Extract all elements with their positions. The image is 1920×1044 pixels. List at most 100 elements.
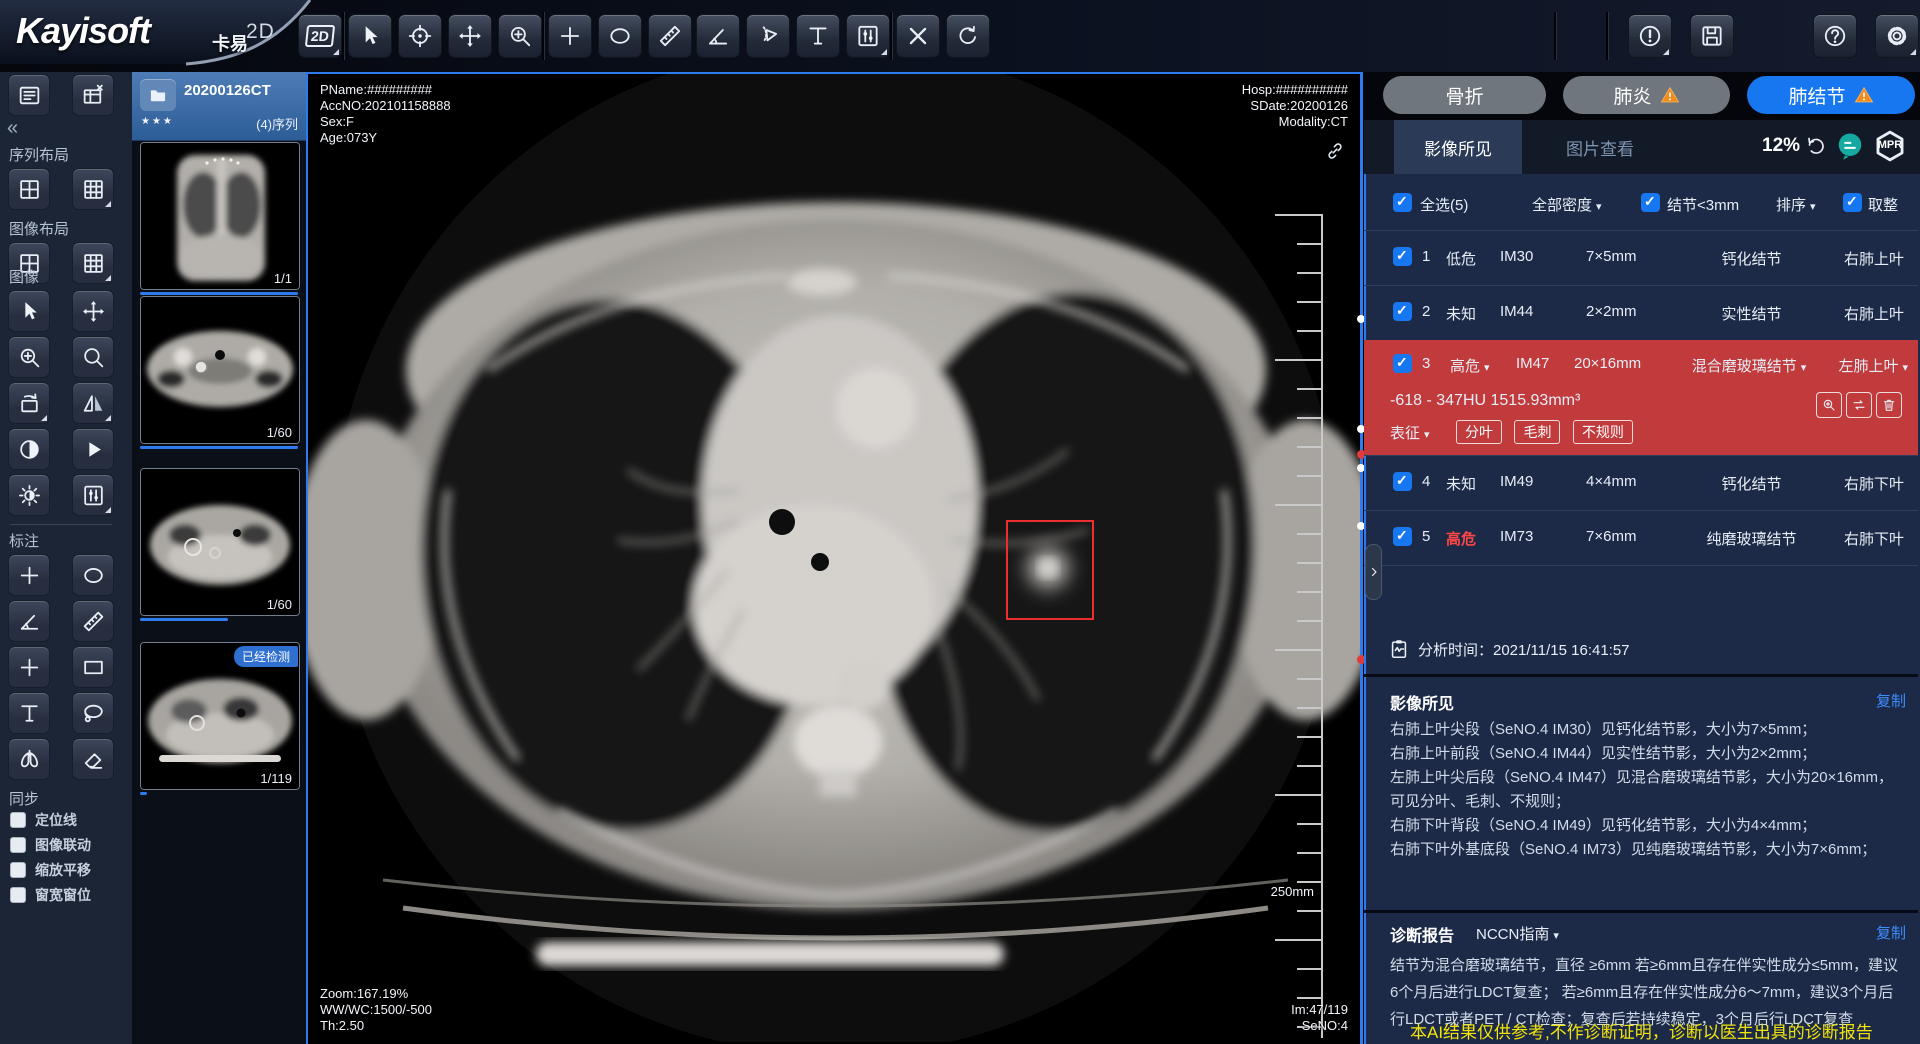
lung-segment-button[interactable] [8, 738, 50, 780]
nodule-row-4[interactable]: 4 未知 IM49 4×4mm 钙化结节 右肺下叶 [1364, 455, 1918, 511]
sync-option-zoom-pan[interactable]: 缩放平移 [10, 860, 91, 880]
density-filter-dropdown[interactable]: 全部密度 [1532, 194, 1602, 215]
series-thumbnail-2[interactable]: 1/60 [140, 296, 300, 444]
flip-image-button[interactable] [72, 382, 114, 424]
row-checkbox[interactable] [1393, 527, 1412, 546]
select-tool-button[interactable] [348, 14, 392, 58]
main-ct-viewport[interactable]: PName:######### AccNO:202101158888 Sex:F… [306, 72, 1362, 1044]
alert-info-button[interactable] [1628, 14, 1672, 58]
sync-option-window-level[interactable]: 窗宽窗位 [10, 885, 91, 905]
checkbox-unchecked[interactable] [10, 812, 26, 828]
module-fracture-button[interactable]: 骨折 [1383, 76, 1546, 114]
ellipse-tool-button[interactable] [598, 14, 642, 58]
row-checkbox[interactable] [1393, 472, 1412, 491]
erase-annotation-button[interactable] [72, 738, 114, 780]
nodule-type-dropdown[interactable]: 混合磨玻璃结节 [1660, 355, 1838, 376]
pan-tool-button[interactable] [448, 14, 492, 58]
rotate-image-button[interactable] [8, 382, 50, 424]
series-list-button[interactable] [8, 74, 50, 116]
thumbnail-progress-bar[interactable] [140, 792, 147, 795]
collapse-sidebar-icon[interactable]: « [7, 118, 18, 138]
nodule-row-1[interactable]: 1 低危 IM30 7×5mm 钙化结节 右肺上叶 [1364, 230, 1918, 286]
annotate-point-button[interactable] [8, 646, 50, 688]
select-all-checkbox[interactable] [1393, 193, 1412, 212]
trait-dropdown[interactable]: 表征 [1390, 422, 1430, 443]
module-pneumonia-button[interactable]: 肺炎 [1563, 76, 1730, 114]
trait-tag[interactable]: 分叶 [1456, 420, 1502, 444]
nodule-row-3-selected[interactable]: 3 高危 IM47 20×16mm 混合磨玻璃结节 左肺上叶 -618 - 34… [1364, 340, 1918, 456]
copy-findings-link[interactable]: 复制 [1876, 690, 1906, 711]
tab-imaging-findings[interactable]: 影像所见 [1394, 120, 1522, 174]
nodule-row-5[interactable]: 5 高危 IM73 7×6mm 纯磨玻璃结节 右肺下叶 [1364, 510, 1918, 566]
thumbnail-progress-bar[interactable] [140, 446, 298, 449]
localize-tool-button[interactable] [398, 14, 442, 58]
nodule-location-dropdown[interactable]: 左肺上叶 [1838, 355, 1908, 376]
sync-option-localizer[interactable]: 定位线 [10, 810, 77, 830]
close-layout-button[interactable] [72, 74, 114, 116]
slice-position-scrollbar[interactable] [1360, 72, 1363, 1044]
nodule-roi-box[interactable] [1006, 520, 1094, 620]
invert-button[interactable] [8, 428, 50, 470]
annotate-ruler-button[interactable] [72, 600, 114, 642]
help-button[interactable] [1813, 14, 1857, 58]
nodule-row-2[interactable]: 2 未知 IM44 2×2mm 实性结节 右肺上叶 [1364, 285, 1918, 341]
thumbnail-progress-bar[interactable] [140, 292, 298, 295]
delete-annotation-button[interactable] [896, 14, 940, 58]
checkbox-unchecked[interactable] [10, 862, 26, 878]
checkbox-unchecked[interactable] [10, 887, 26, 903]
mpr-view-button[interactable]: MPR [1871, 129, 1909, 163]
report-bubble-icon[interactable] [1835, 131, 1865, 161]
image-pan-button[interactable] [72, 290, 114, 332]
magnifier-button[interactable] [72, 336, 114, 378]
series-thumbnail-3[interactable]: 1/60 [140, 468, 300, 616]
cine-play-button[interactable] [72, 428, 114, 470]
checkbox-unchecked[interactable] [10, 837, 26, 853]
compare-nodule-button[interactable] [1846, 392, 1872, 418]
trait-tag[interactable]: 毛刺 [1514, 420, 1560, 444]
brightness-button[interactable] [8, 474, 50, 516]
small-nodule-checkbox[interactable] [1641, 193, 1660, 212]
window-preset-button[interactable] [72, 474, 114, 516]
annotate-ellipse-button[interactable] [72, 554, 114, 596]
annotate-freehand-button[interactable] [72, 692, 114, 734]
row-checkbox[interactable] [1393, 302, 1412, 321]
cobb-angle-tool-button[interactable] [746, 14, 790, 58]
select-all-label[interactable]: 全选(5) [1420, 194, 1468, 215]
text-annotation-button[interactable] [796, 14, 840, 58]
point-marker-tool-button[interactable] [548, 14, 592, 58]
row-checkbox[interactable] [1393, 247, 1412, 266]
layout-2d-button[interactable]: 2D [298, 14, 342, 58]
image-select-button[interactable] [8, 290, 50, 332]
zoom-tool-button[interactable] [498, 14, 542, 58]
panel-collapse-handle[interactable] [1365, 544, 1382, 600]
trait-tag[interactable]: 不规则 [1573, 420, 1633, 444]
nodule-risk-dropdown[interactable]: 高危 [1450, 355, 1490, 376]
open-study-button[interactable] [140, 79, 176, 111]
image-layout-3x3-button[interactable] [72, 242, 114, 284]
series-thumbnail-scout[interactable]: 1/1 [140, 142, 300, 290]
annotate-angle-button[interactable] [8, 600, 50, 642]
angle-tool-button[interactable] [696, 14, 740, 58]
copy-report-link[interactable]: 复制 [1876, 922, 1906, 943]
zoom-to-nodule-button[interactable] [1816, 392, 1842, 418]
reset-button[interactable] [946, 14, 990, 58]
series-header[interactable]: 20200126CT ★★★ (4)序列 [132, 72, 306, 141]
tab-image-view[interactable]: 图片查看 [1536, 120, 1664, 174]
save-button[interactable] [1690, 14, 1734, 58]
thumbnail-progress-bar[interactable] [140, 618, 228, 621]
ruler-tool-button[interactable] [648, 14, 692, 58]
small-nodule-label[interactable]: 结节<3mm [1667, 194, 1739, 215]
sync-option-image-link[interactable]: 图像联动 [10, 835, 91, 855]
refresh-icon[interactable] [1804, 134, 1828, 158]
module-lung-nodule-button[interactable]: 肺结节 [1747, 76, 1915, 114]
row-checkbox[interactable] [1393, 354, 1412, 373]
window-level-button[interactable] [846, 14, 890, 58]
annotate-text-button[interactable] [8, 692, 50, 734]
annotate-cross-button[interactable] [8, 554, 50, 596]
series-layout-3x3-button[interactable] [72, 168, 114, 210]
sort-dropdown[interactable]: 排序 [1776, 194, 1816, 215]
series-layout-2x2-button[interactable] [8, 168, 50, 210]
annotate-rect-button[interactable] [72, 646, 114, 688]
delete-nodule-button[interactable] [1876, 392, 1902, 418]
report-guideline-dropdown[interactable]: NCCN指南 [1476, 923, 1559, 944]
